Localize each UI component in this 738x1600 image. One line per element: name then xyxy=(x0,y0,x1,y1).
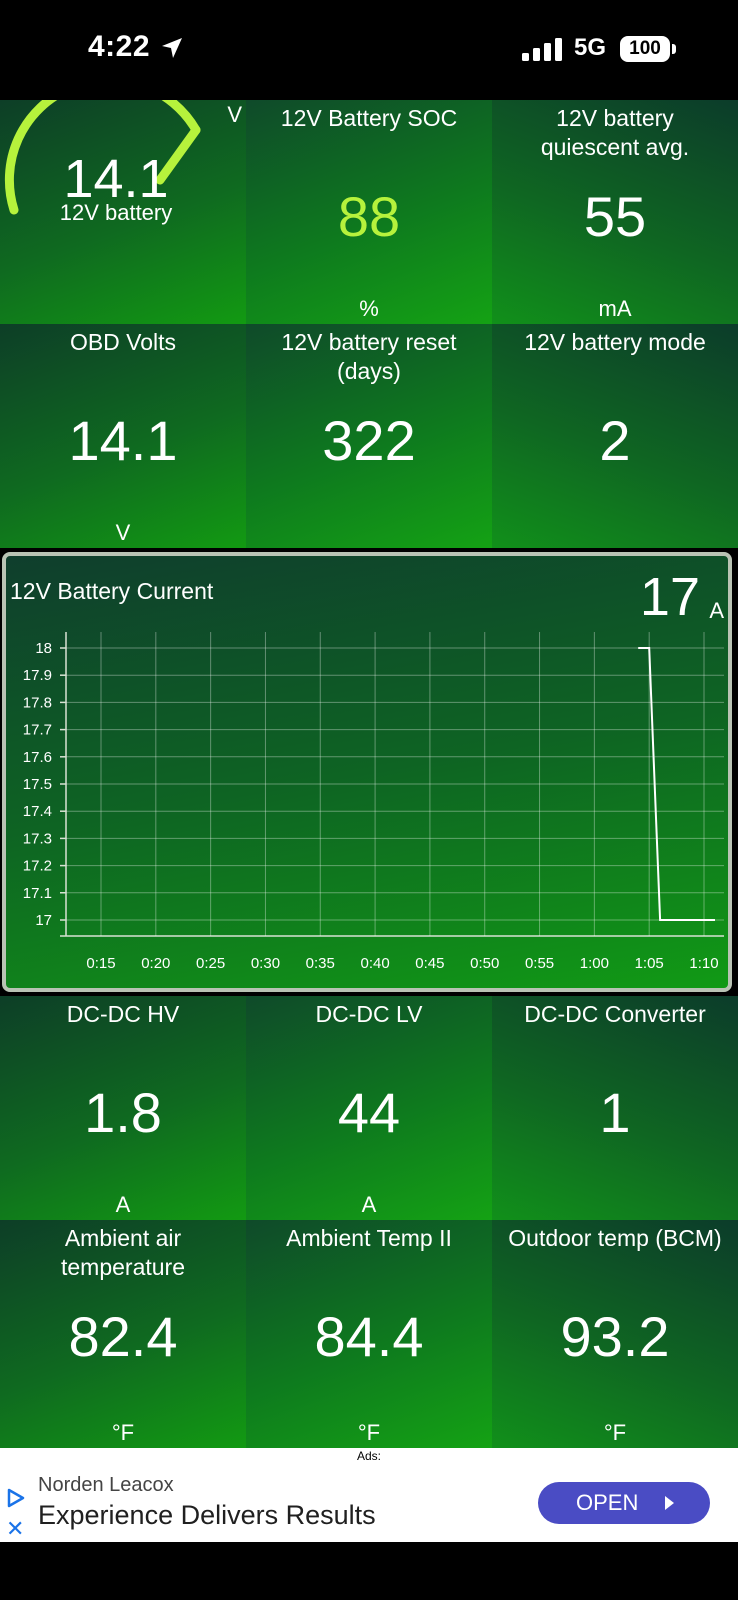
tile-outdoor-temp-bcm[interactable]: Outdoor temp (BCM) 93.2 °F xyxy=(492,1220,738,1448)
tile-unit: % xyxy=(359,296,379,321)
x-tick-label: 1:10 xyxy=(689,955,718,972)
tile-value: 84.4 xyxy=(314,1305,424,1368)
tile-label: 12V battery reset (days) xyxy=(281,329,457,384)
tile-value: 44 xyxy=(337,1081,401,1144)
tile-value: 1.8 xyxy=(84,1081,162,1144)
ad-sponsor: Norden Leacox xyxy=(38,1474,174,1496)
network-type: 5G xyxy=(574,34,607,61)
ad-close-icon[interactable]: ✕ xyxy=(6,1516,24,1542)
x-tick-label: 0:40 xyxy=(360,955,389,972)
tile-unit: °F xyxy=(603,1420,627,1445)
tile-value: 322 xyxy=(322,409,416,472)
tile-unit: A xyxy=(115,1192,131,1217)
ad-choices-icon[interactable] xyxy=(6,1488,26,1508)
tile-dcdc-hv[interactable]: DC-DC HV 1.8 A xyxy=(0,996,246,1220)
tile-value: 82.4 xyxy=(68,1305,178,1368)
tile-value: 14.1 xyxy=(68,409,178,472)
tile-label: 12V battery quiescent avg. xyxy=(540,105,690,160)
tile-unit: °F xyxy=(111,1420,135,1445)
tile-obd-volts[interactable]: OBD Volts 14.1 V xyxy=(0,324,246,548)
location-arrow-icon xyxy=(162,38,182,58)
tile-unit: V xyxy=(115,520,131,545)
tile-label: 12V Battery SOC xyxy=(280,105,458,131)
y-tick-label: 17.5 xyxy=(23,776,52,793)
y-tick-label: 17.8 xyxy=(23,694,52,711)
battery-icon xyxy=(672,44,676,54)
x-tick-label: 1:05 xyxy=(635,955,664,972)
y-tick-label: 17 xyxy=(35,912,52,929)
tile-12v-battery-quiescent[interactable]: 12V battery quiescent avg. 55 mA xyxy=(492,100,738,324)
ad-open-button[interactable]: OPEN xyxy=(538,1482,710,1524)
x-tick-label: 0:25 xyxy=(196,955,225,972)
gauge-label: 12V battery xyxy=(59,200,173,225)
status-time: 4:22 xyxy=(88,30,151,63)
tile-label: Outdoor temp (BCM) xyxy=(508,1225,722,1251)
y-tick-label: 17.1 xyxy=(23,885,52,902)
x-tick-label: 0:15 xyxy=(86,955,115,972)
x-tick-label: 1:00 xyxy=(580,955,609,972)
battery-level: 100 xyxy=(620,36,670,62)
tile-unit: °F xyxy=(357,1420,381,1445)
y-tick-label: 17.7 xyxy=(23,722,52,739)
tile-ambient-temp-ii[interactable]: Ambient Temp II 84.4 °F xyxy=(246,1220,492,1448)
tile-value: 1 xyxy=(599,1081,631,1144)
ad-open-label: OPEN xyxy=(576,1490,639,1515)
tile-label: DC-DC LV xyxy=(315,1001,423,1027)
y-tick-label: 17.3 xyxy=(23,830,52,847)
x-tick-label: 0:20 xyxy=(141,955,170,972)
status-bar: 4:22 5G 100 xyxy=(0,0,738,100)
chart-plot: 18 17.9 17.8 17.7 17.6 17.5 17.4 17.3 17.2 17.1 17… xyxy=(23,632,724,972)
chevron-right-icon xyxy=(665,1496,674,1510)
y-tick-label: 18 xyxy=(35,640,52,657)
tile-value: 93.2 xyxy=(560,1305,670,1368)
battery-current-chart[interactable]: 12V Battery Current 17 A 18 17.9 17.8 17.7 1… xyxy=(2,552,732,992)
ads-label: Ads: xyxy=(0,1448,738,1464)
tile-label: DC-DC Converter xyxy=(524,1001,706,1027)
x-tick-label: 0:50 xyxy=(470,955,499,972)
y-tick-label: 17.4 xyxy=(23,803,52,820)
tile-value: 55 xyxy=(583,185,647,248)
ad-headline[interactable]: Experience Delivers Results xyxy=(38,1500,376,1531)
tile-label: 12V battery mode xyxy=(524,329,706,355)
y-tick-label: 17.6 xyxy=(23,749,52,766)
y-tick-label: 17.2 xyxy=(23,858,52,875)
x-tick-label: 0:35 xyxy=(306,955,335,972)
cellular-signal-icon xyxy=(522,38,562,61)
tile-label: OBD Volts xyxy=(69,329,177,355)
tile-12v-battery-reset[interactable]: 12V battery reset (days) 322 xyxy=(246,324,492,548)
bottom-bar xyxy=(0,1542,738,1600)
tile-unit: A xyxy=(361,1192,377,1217)
x-tick-label: 0:55 xyxy=(525,955,554,972)
tile-label: Ambient Temp II xyxy=(286,1225,452,1251)
ad-banner[interactable]: ✕ Norden Leacox Experience Delivers Resu… xyxy=(0,1464,738,1542)
tile-dcdc-converter[interactable]: DC-DC Converter 1 xyxy=(492,996,738,1220)
gauge-unit: V xyxy=(227,102,242,127)
tile-label: Ambient air temperature xyxy=(60,1225,185,1280)
tile-ambient-air-temperature[interactable]: Ambient air temperature 82.4 °F xyxy=(0,1220,246,1448)
x-tick-label: 0:45 xyxy=(415,955,444,972)
tile-unit: mA xyxy=(598,296,632,321)
y-tick-label: 17.9 xyxy=(23,667,52,684)
gauge-tile-12v-battery[interactable]: 14.1 12V battery V xyxy=(0,100,246,324)
tile-dcdc-lv[interactable]: DC-DC LV 44 A xyxy=(246,996,492,1220)
tile-value: 2 xyxy=(599,409,631,472)
tile-value: 88 xyxy=(337,185,401,248)
x-tick-label: 0:30 xyxy=(251,955,280,972)
tile-label: DC-DC HV xyxy=(66,1001,180,1027)
tile-12v-battery-mode[interactable]: 12V battery mode 2 xyxy=(492,324,738,548)
tile-12v-battery-soc[interactable]: 12V Battery SOC 88 % xyxy=(246,100,492,324)
